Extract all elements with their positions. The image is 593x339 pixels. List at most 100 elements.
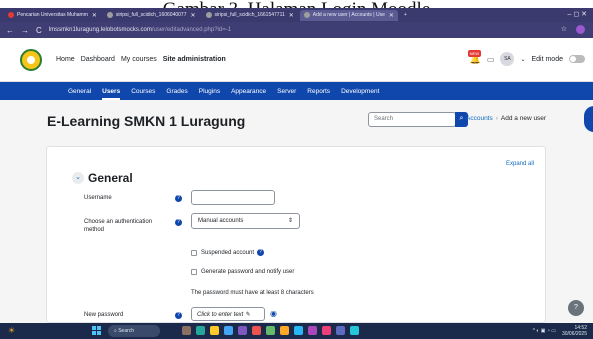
nav-my-courses[interactable]: My courses	[121, 56, 157, 63]
tab-appearance[interactable]: Appearance	[231, 88, 266, 95]
suspended-checkbox-row[interactable]: Suspended account?	[191, 249, 265, 256]
browser-tab-active[interactable]: Add a new user | Accounts | Use ✕	[299, 9, 398, 21]
page-title: E-Learning SMKN 1 Luragung	[47, 113, 246, 129]
breadcrumb-current: Add a new user	[500, 115, 547, 122]
section-header-general[interactable]: ⌄ General	[72, 171, 133, 185]
app-icon[interactable]	[322, 326, 331, 335]
pencil-icon: ✎	[245, 312, 251, 318]
auth-method-label: Choose an authentication method	[84, 219, 153, 233]
favicon-icon	[8, 12, 14, 18]
generate-password-label: Generate password and notify user	[201, 269, 295, 275]
app-icon[interactable]	[266, 326, 275, 335]
username-input[interactable]	[191, 190, 275, 205]
os-taskbar: ☀ ⌕ Search ^ ◐ ▣ ◔ ▭ 14:52 30/06/2025	[0, 323, 593, 339]
address-actions: ☆	[561, 25, 585, 34]
tab-label: siripsi_full_scidich_1606040077	[115, 12, 187, 18]
breadcrumb-accounts[interactable]: Accounts	[466, 115, 493, 122]
window-controls[interactable]: – ◻ ✕	[568, 10, 587, 18]
app-icon[interactable]	[224, 326, 233, 335]
suspended-checkbox[interactable]	[191, 249, 197, 256]
app-icon[interactable]	[280, 326, 289, 335]
tab-reports[interactable]: Reports	[307, 88, 330, 95]
notification-bell-icon[interactable]: 🔔 NEW	[467, 49, 481, 65]
back-icon[interactable]: ←	[6, 26, 14, 35]
help-icon[interactable]: ?	[257, 249, 265, 256]
system-tray: ^ ◐ ▣ ◔ ▭ 14:52 30/06/2025	[533, 325, 587, 337]
tab-development[interactable]: Development	[341, 88, 379, 95]
app-icon[interactable]	[210, 326, 219, 335]
url-path: /user/editadvanced.php?id=-1	[151, 27, 232, 33]
tab-general[interactable]: General	[68, 88, 91, 95]
browser-tab[interactable]: Pencarian Universitas Muhamm ✕	[4, 10, 101, 21]
moodle-top-nav: Home Dashboard My courses Site administr…	[0, 38, 593, 82]
section-title: General	[88, 171, 133, 185]
favicon-icon	[303, 12, 310, 18]
tab-grades[interactable]: Grades	[166, 88, 187, 95]
auth-method-select[interactable]: Manual accounts ⇕	[191, 213, 300, 229]
help-icon[interactable]: ?	[175, 312, 182, 319]
generate-password-checkbox-row[interactable]: Generate password and notify user	[191, 269, 294, 275]
nav-home[interactable]: Home	[56, 56, 75, 63]
taskbar-search[interactable]: ⌕ Search	[108, 325, 160, 337]
app-icon[interactable]	[252, 326, 261, 335]
browser-tab-strip: Pencarian Universitas Muhamm ✕ siripsi_fu…	[0, 8, 593, 22]
new-tab-button[interactable]: +	[400, 10, 411, 21]
site-logo[interactable]	[20, 48, 42, 71]
chevron-down-icon[interactable]: ⌄	[520, 56, 525, 63]
close-icon[interactable]: ✕	[191, 12, 196, 19]
tab-users[interactable]: Users	[102, 88, 121, 100]
messages-icon[interactable]: ▭	[487, 55, 495, 64]
clock[interactable]: 14:52 30/06/2025	[562, 325, 587, 337]
new-password-label: New password	[84, 312, 124, 318]
app-icon[interactable]	[196, 326, 205, 335]
browser-tab[interactable]: siripsi_full_scidich_1606040077 ✕	[103, 10, 200, 21]
app-icon[interactable]	[308, 326, 317, 335]
profile-icon[interactable]	[576, 25, 585, 34]
tab-plugins[interactable]: Plugins	[199, 88, 220, 95]
browser-tab[interactable]: siripsi_full_scidich_1661547711 ✕	[202, 10, 298, 21]
help-fab-button[interactable]: ?	[568, 300, 584, 316]
forward-icon[interactable]: →	[21, 26, 29, 35]
weather-icon[interactable]: ☀	[8, 326, 15, 335]
auth-method-value: Manual accounts	[198, 218, 244, 224]
help-icon[interactable]: ?	[175, 219, 182, 226]
eye-icon[interactable]: ◉	[270, 309, 277, 318]
generate-password-checkbox[interactable]	[191, 269, 197, 275]
select-caret-icon: ⇕	[287, 218, 293, 224]
expand-all-link[interactable]: Expand all	[506, 161, 534, 167]
app-icon[interactable]	[336, 326, 345, 335]
tab-label: siripsi_full_scidich_1661547711	[214, 12, 285, 18]
tray-icons[interactable]: ^ ◐ ▣ ◔ ▭	[533, 328, 556, 334]
help-icon[interactable]: ?	[175, 195, 182, 202]
edit-mode-label: Edit mode	[531, 55, 563, 63]
clock-date: 30/06/2025	[561, 331, 587, 337]
search-input[interactable]: Search	[368, 112, 456, 127]
close-icon[interactable]: ✕	[289, 12, 294, 19]
reload-icon[interactable]: C	[36, 26, 42, 35]
chevron-down-icon[interactable]: ⌄	[72, 172, 84, 184]
taskbar-apps	[182, 326, 359, 335]
nav-dashboard[interactable]: Dashboard	[81, 56, 115, 63]
app-icon[interactable]	[294, 326, 303, 335]
taskbar-search-label: Search	[118, 328, 135, 334]
app-icon[interactable]	[238, 326, 247, 335]
new-password-field[interactable]: Click to enter text ✎	[191, 307, 265, 321]
favicon-icon	[205, 12, 212, 18]
suspended-label: Suspended account	[201, 249, 255, 256]
app-icon[interactable]	[350, 326, 359, 335]
windows-start-icon[interactable]	[92, 326, 102, 336]
drawer-toggle[interactable]	[584, 106, 593, 132]
address-bar: ← → C lmssmkn1luragung.lelobotsmocks.com…	[0, 22, 593, 38]
url-field[interactable]: lmssmkn1luragung.lelobotsmocks.com/user/…	[49, 27, 231, 33]
tab-courses[interactable]: Courses	[131, 88, 155, 95]
tab-server[interactable]: Server	[277, 88, 296, 95]
user-avatar[interactable]: SA	[500, 52, 515, 66]
close-icon[interactable]: ✕	[92, 12, 97, 19]
app-icon[interactable]	[182, 326, 191, 335]
nav-site-administration[interactable]: Site administration	[163, 56, 226, 63]
tab-label: Pencarian Universitas Muhamm	[17, 12, 88, 18]
close-icon[interactable]: ✕	[389, 12, 394, 19]
tab-label: Add a new user | Accounts | Use	[312, 12, 385, 18]
edit-mode-toggle[interactable]	[569, 55, 585, 63]
star-icon[interactable]: ☆	[561, 25, 567, 34]
